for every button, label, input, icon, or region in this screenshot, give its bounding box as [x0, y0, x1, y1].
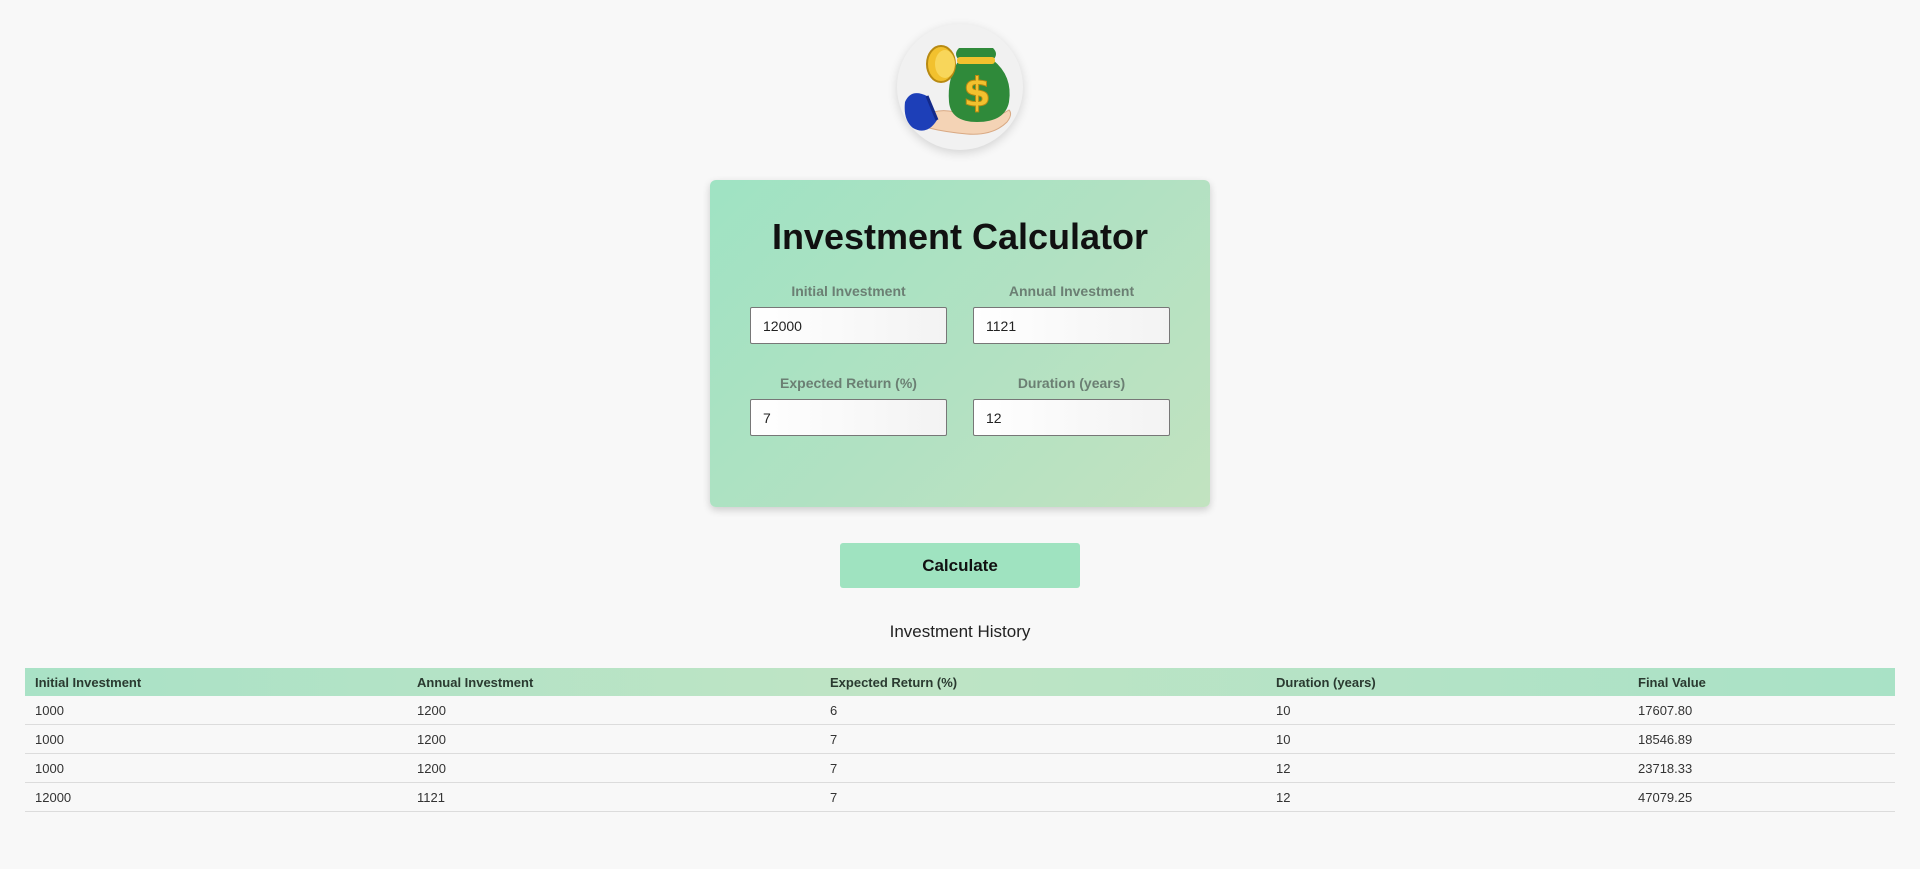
cell-annual-investment: 1200	[407, 753, 820, 783]
cell-duration: 12	[1266, 782, 1628, 812]
money-bag-in-hand-icon: $	[904, 45, 1012, 135]
cell-duration: 10	[1266, 696, 1628, 725]
cell-initial-investment: 1000	[25, 753, 407, 783]
history-title: Investment History	[889, 622, 1031, 641]
column-header-expected-return: Expected Return (%)	[830, 674, 958, 690]
history-header-row: Initial Investment Annual Investment Exp…	[25, 668, 1895, 696]
table-row: 1000 1200 6 10 17607.80	[25, 696, 1895, 725]
cell-expected-return: 6	[820, 696, 1266, 725]
table-row: 1000 1200 7 10 18546.89	[25, 724, 1895, 754]
table-row: 12000 1121 7 12 47079.25	[25, 782, 1895, 812]
calculator-card: Investment Calculator Initial Investment…	[710, 180, 1210, 507]
cell-duration: 10	[1266, 724, 1628, 754]
initial-investment-label: Initial Investment	[791, 283, 906, 299]
history-table: Initial Investment Annual Investment Exp…	[25, 668, 1895, 812]
page: $ Investment Calculator Initial Investme…	[0, 0, 1920, 869]
cell-annual-investment: 1121	[407, 782, 820, 812]
cell-initial-investment: 12000	[25, 782, 407, 812]
cell-final-value: 47079.25	[1628, 782, 1895, 812]
annual-investment-input[interactable]	[973, 307, 1170, 344]
cell-duration: 12	[1266, 753, 1628, 783]
table-row: 1000 1200 7 12 23718.33	[25, 753, 1895, 783]
expected-return-field: Expected Return (%)	[750, 375, 947, 436]
duration-field: Duration (years)	[973, 375, 1170, 436]
cell-final-value: 18546.89	[1628, 724, 1895, 754]
duration-input[interactable]	[973, 399, 1170, 436]
cell-expected-return: 7	[820, 782, 1266, 812]
cell-initial-investment: 1000	[25, 724, 407, 754]
duration-label: Duration (years)	[1017, 375, 1126, 391]
expected-return-input[interactable]	[750, 399, 947, 436]
cell-annual-investment: 1200	[407, 724, 820, 754]
cell-final-value: 17607.80	[1628, 696, 1895, 725]
annual-investment-field: Annual Investment	[973, 283, 1170, 344]
column-header-annual-investment: Annual Investment	[417, 674, 534, 690]
calculate-button[interactable]: Calculate	[840, 543, 1080, 588]
cell-final-value: 23718.33	[1628, 753, 1895, 783]
expected-return-label: Expected Return (%)	[780, 375, 917, 391]
column-header-final-value: Final Value	[1638, 674, 1706, 690]
page-title: Investment Calculator	[771, 216, 1149, 257]
column-header-initial-investment: Initial Investment	[35, 674, 142, 690]
initial-investment-field: Initial Investment	[750, 283, 947, 344]
cell-expected-return: 7	[820, 753, 1266, 783]
logo: $	[897, 24, 1023, 150]
cell-initial-investment: 1000	[25, 696, 407, 725]
cell-expected-return: 7	[820, 724, 1266, 754]
svg-text:$: $	[963, 70, 991, 116]
column-header-duration: Duration (years)	[1276, 674, 1376, 690]
annual-investment-label: Annual Investment	[1008, 283, 1135, 299]
initial-investment-input[interactable]	[750, 307, 947, 344]
cell-annual-investment: 1200	[407, 696, 820, 725]
